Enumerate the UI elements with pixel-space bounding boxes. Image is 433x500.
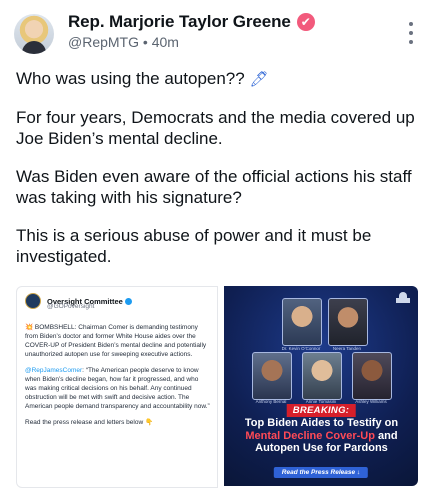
embed-paragraph: Read the press release and letters below… <box>25 419 154 426</box>
aide-caption: Neera Tanden <box>332 346 362 351</box>
social-post: Rep. Marjorie Taylor Greene ✔ @RepMTG • … <box>0 0 433 500</box>
embed-account-handle: @GOPoversight <box>47 303 95 310</box>
read-press-release-button[interactable]: Read the Press Release ↓ <box>273 467 369 478</box>
embed-text: 💥 BOMBSHELL: Chairman Comer is demanding… <box>25 323 211 434</box>
aide-photo <box>301 352 342 400</box>
embed-paragraph-text: BOMBSHELL: Chairman Comer is demanding t… <box>25 324 207 358</box>
more-dot <box>409 31 413 35</box>
avatar[interactable] <box>14 14 54 54</box>
aide-photo <box>351 352 392 400</box>
bombshell-icon: 💥 <box>25 324 34 331</box>
breaking-label: BREAKING: <box>286 404 356 417</box>
meta-separator: • <box>142 34 148 50</box>
post-media: Oversight Committee @GOPoversight 💥 BOMB… <box>16 286 418 488</box>
post-header: Rep. Marjorie Taylor Greene ✔ @RepMTG • … <box>14 10 419 58</box>
post-line: For four years, Democrats and the media … <box>16 108 415 148</box>
post-body: Who was using the autopen?? 🖊 For four y… <box>16 68 420 284</box>
author-name[interactable]: Rep. Marjorie Taylor Greene <box>68 12 291 32</box>
embed-paragraph: 💥 BOMBSHELL: Chairman Comer is demanding… <box>25 323 211 359</box>
verified-badge-icon: ✔ <box>296 13 315 31</box>
capitol-dome-icon <box>396 292 410 304</box>
post-line: Was Biden even aware of the official act… <box>16 167 412 207</box>
headline-highlight: Mental Decline Cover-Up <box>245 429 375 442</box>
pen-icon: 🖊 <box>249 71 269 88</box>
post-line: This is a serious abuse of power and it … <box>16 226 372 266</box>
committee-seal-icon <box>25 293 41 309</box>
embed-quote-handle: @RepJamesComer <box>25 367 83 374</box>
author-row: Rep. Marjorie Taylor Greene ✔ <box>68 12 315 32</box>
press-graphic-image[interactable]: Dr. Kevin O’Connor Neera Tanden Anthony … <box>223 286 418 486</box>
more-options-icon[interactable] <box>403 22 419 44</box>
aide-caption: Dr. Kevin O’Connor <box>281 346 321 351</box>
graphic-headline: Top Biden Aides to Testify on Mental Dec… <box>230 417 413 455</box>
aide-photo <box>251 352 292 400</box>
author-handle[interactable]: @RepMTG <box>68 34 139 50</box>
embedded-tweet-image[interactable]: Oversight Committee @GOPoversight 💥 BOMB… <box>16 286 218 488</box>
embed-paragraph: @RepJamesComer: “The American people des… <box>25 366 211 411</box>
headline-part: Top Biden Aides to Testify on <box>244 417 399 429</box>
more-dot <box>409 22 413 26</box>
post-meta: @RepMTG • 40m <box>68 34 179 50</box>
aide-photo <box>327 298 368 346</box>
aide-photo <box>281 298 322 346</box>
post-line-text: Who was using the autopen?? <box>16 69 245 88</box>
post-line: Who was using the autopen?? 🖊 <box>16 68 420 90</box>
post-time[interactable]: 40m <box>152 34 179 50</box>
embed-verified-icon <box>124 298 132 306</box>
more-dot <box>409 40 413 44</box>
